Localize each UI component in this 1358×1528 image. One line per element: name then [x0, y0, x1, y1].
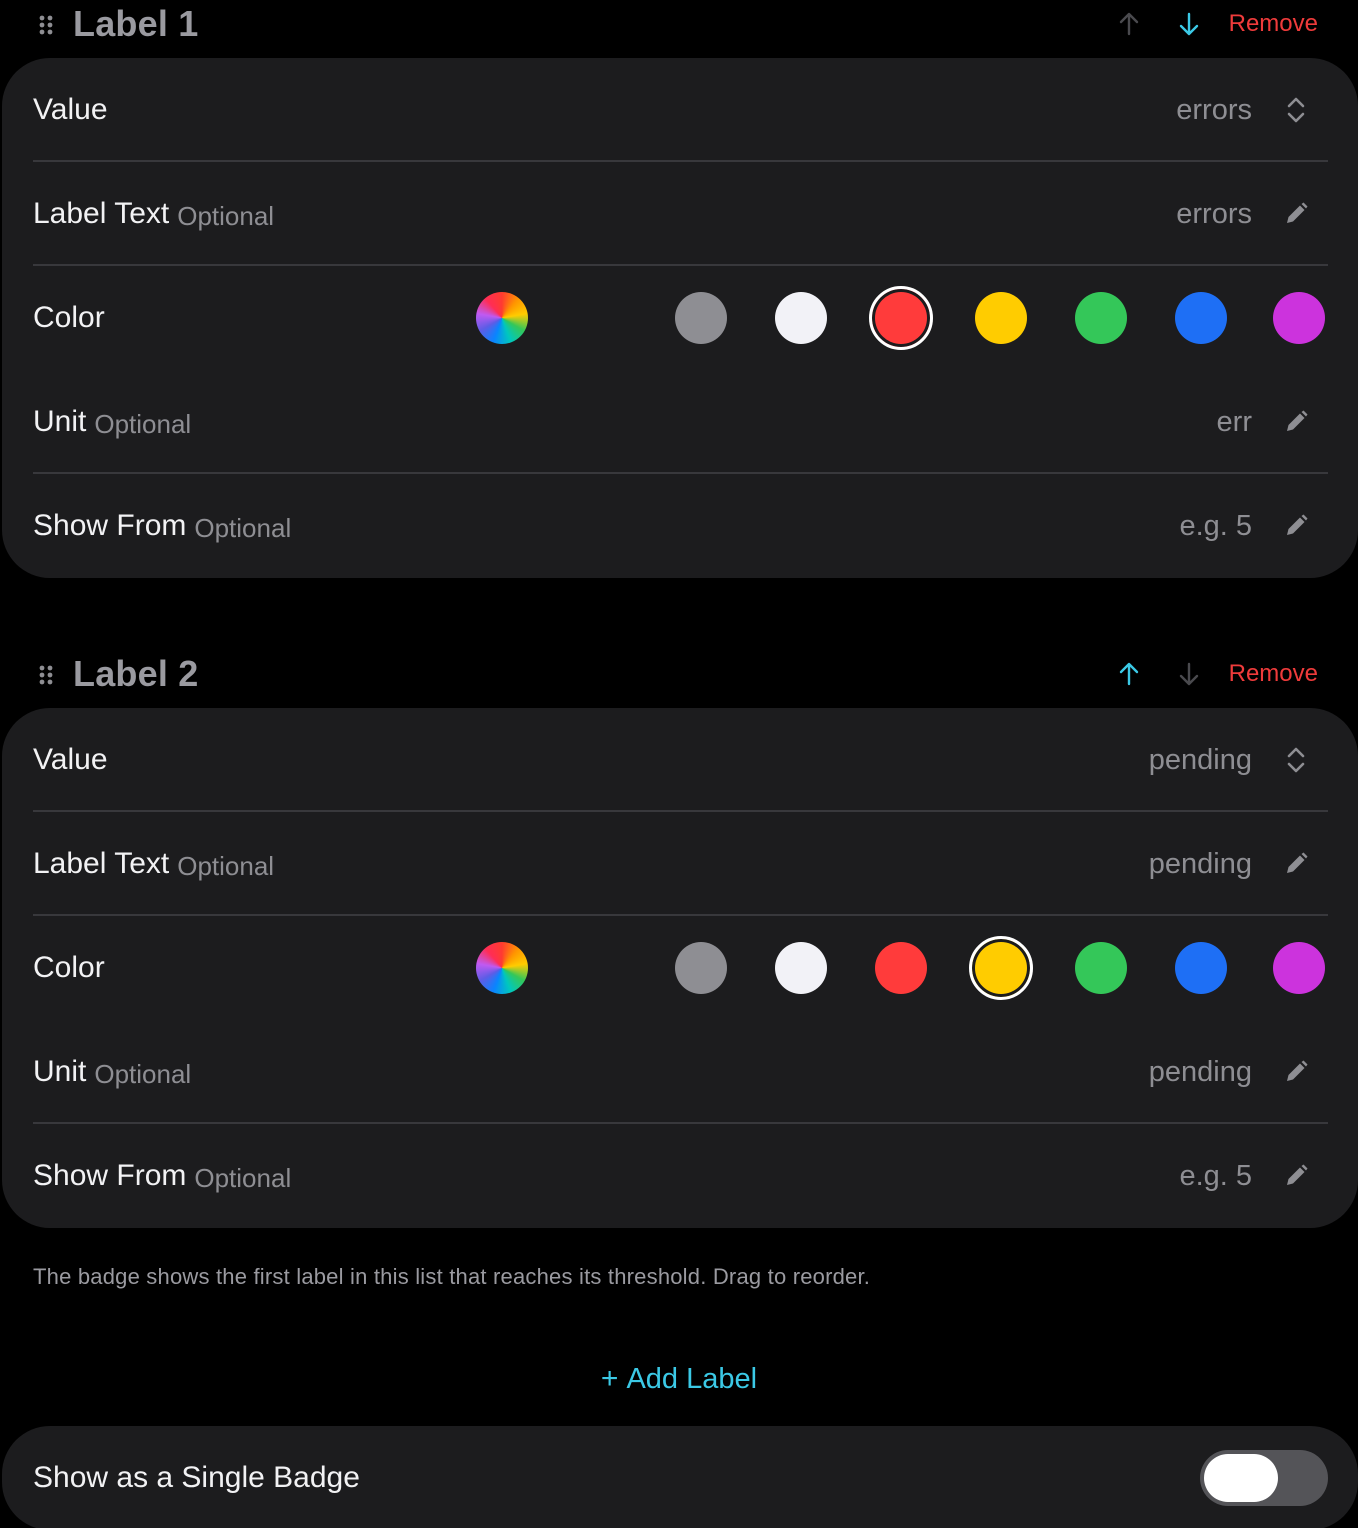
arrow-down-icon	[1179, 662, 1199, 686]
show-from-field[interactable]: e.g. 5	[1179, 474, 1252, 578]
color-swatch-green[interactable]	[1075, 292, 1127, 344]
value-row[interactable]: Value pending	[2, 708, 1358, 812]
color-row: Color	[2, 266, 1358, 370]
label-text-label: Label Text	[33, 197, 170, 230]
color-swatch-white[interactable]	[775, 942, 827, 994]
drag-handle-icon[interactable]	[38, 14, 54, 36]
remove-button[interactable]: Remove	[1229, 8, 1318, 40]
color-swatch-white[interactable]	[775, 292, 827, 344]
color-swatch-red[interactable]	[869, 286, 933, 350]
color-swatch-gray[interactable]	[675, 292, 727, 344]
pencil-icon[interactable]	[1282, 512, 1310, 540]
drag-handle-icon[interactable]	[38, 664, 54, 686]
plus-icon: +	[600, 1362, 619, 1395]
add-label-button[interactable]: + Add Label	[0, 1362, 1358, 1396]
show-from-label: Show From	[33, 509, 187, 542]
label-title: Label 2	[73, 653, 199, 694]
label-2-header: Label 2 Remove	[0, 650, 1358, 700]
optional-tag: Optional	[94, 408, 192, 439]
move-down-button[interactable]	[1174, 658, 1204, 690]
pencil-icon[interactable]	[1282, 850, 1310, 878]
optional-tag: Optional	[194, 512, 292, 543]
optional-tag: Optional	[177, 850, 275, 881]
unit-label: Unit	[33, 1055, 87, 1088]
show-from-row[interactable]: Show From Optional e.g. 5	[2, 1124, 1358, 1228]
label-text-row[interactable]: Label Text Optional pending	[2, 812, 1358, 916]
show-from-label: Show From	[33, 1159, 187, 1192]
toggle-knob	[1204, 1454, 1278, 1502]
move-up-button[interactable]	[1114, 8, 1144, 40]
color-swatch-purple[interactable]	[1273, 292, 1325, 344]
color-swatch-gray[interactable]	[675, 942, 727, 994]
single-badge-card: Show as a Single Badge	[2, 1426, 1358, 1528]
color-row: Color	[2, 916, 1358, 1020]
color-swatch-green[interactable]	[1075, 942, 1127, 994]
single-badge-toggle[interactable]	[1200, 1450, 1328, 1506]
color-swatch-purple[interactable]	[1273, 942, 1325, 994]
value-select[interactable]: errors	[1176, 58, 1252, 162]
arrow-up-icon	[1119, 12, 1139, 36]
value-select[interactable]: pending	[1149, 708, 1252, 812]
move-down-button[interactable]	[1174, 8, 1204, 40]
color-swatch-blue[interactable]	[1175, 292, 1227, 344]
label-title: Label 1	[73, 3, 199, 44]
color-swatch-yellow[interactable]	[969, 936, 1033, 1000]
color-label: Color	[33, 951, 105, 984]
label-1-card: Value errors Label Text Optional errors C…	[2, 58, 1358, 578]
unit-row[interactable]: Unit Optional pending	[2, 1020, 1358, 1124]
color-swatch-red[interactable]	[875, 942, 927, 994]
unit-field[interactable]: err	[1217, 370, 1252, 474]
color-swatch-custom[interactable]	[476, 942, 528, 994]
label-text-label: Label Text	[33, 847, 170, 880]
unit-label: Unit	[33, 405, 87, 438]
pencil-icon[interactable]	[1282, 1162, 1310, 1190]
color-swatch-yellow[interactable]	[975, 292, 1027, 344]
color-swatch-custom[interactable]	[476, 292, 528, 344]
arrow-down-icon	[1179, 12, 1199, 36]
value-label: Value	[33, 743, 108, 776]
pencil-icon[interactable]	[1282, 1058, 1310, 1086]
label-text-field[interactable]: pending	[1149, 812, 1252, 916]
pencil-icon[interactable]	[1282, 200, 1310, 228]
optional-tag: Optional	[194, 1162, 292, 1193]
label-text-field[interactable]: errors	[1176, 162, 1252, 266]
label-text-row[interactable]: Label Text Optional errors	[2, 162, 1358, 266]
unit-row[interactable]: Unit Optional err	[2, 370, 1358, 474]
optional-tag: Optional	[94, 1058, 192, 1089]
arrow-up-icon	[1119, 662, 1139, 686]
single-badge-label: Show as a Single Badge	[33, 1461, 360, 1494]
single-badge-row: Show as a Single Badge	[2, 1426, 1358, 1528]
chevron-updown-icon[interactable]	[1282, 746, 1310, 774]
color-swatch-blue[interactable]	[1175, 942, 1227, 994]
footnote-text: The badge shows the first label in this …	[33, 1264, 871, 1289]
move-up-button[interactable]	[1114, 658, 1144, 690]
unit-field[interactable]: pending	[1149, 1020, 1252, 1124]
label-2-card: Value pending Label Text Optional pending…	[2, 708, 1358, 1228]
value-row[interactable]: Value errors	[2, 58, 1358, 162]
show-from-field[interactable]: e.g. 5	[1179, 1124, 1252, 1228]
chevron-updown-icon[interactable]	[1282, 96, 1310, 124]
add-label-text: Add Label	[626, 1363, 758, 1395]
optional-tag: Optional	[177, 200, 275, 231]
remove-button[interactable]: Remove	[1229, 658, 1318, 690]
color-label: Color	[33, 301, 105, 334]
value-label: Value	[33, 93, 108, 126]
show-from-row[interactable]: Show From Optional e.g. 5	[2, 474, 1358, 578]
label-1-header: Label 1 Remove	[0, 0, 1358, 50]
pencil-icon[interactable]	[1282, 408, 1310, 436]
